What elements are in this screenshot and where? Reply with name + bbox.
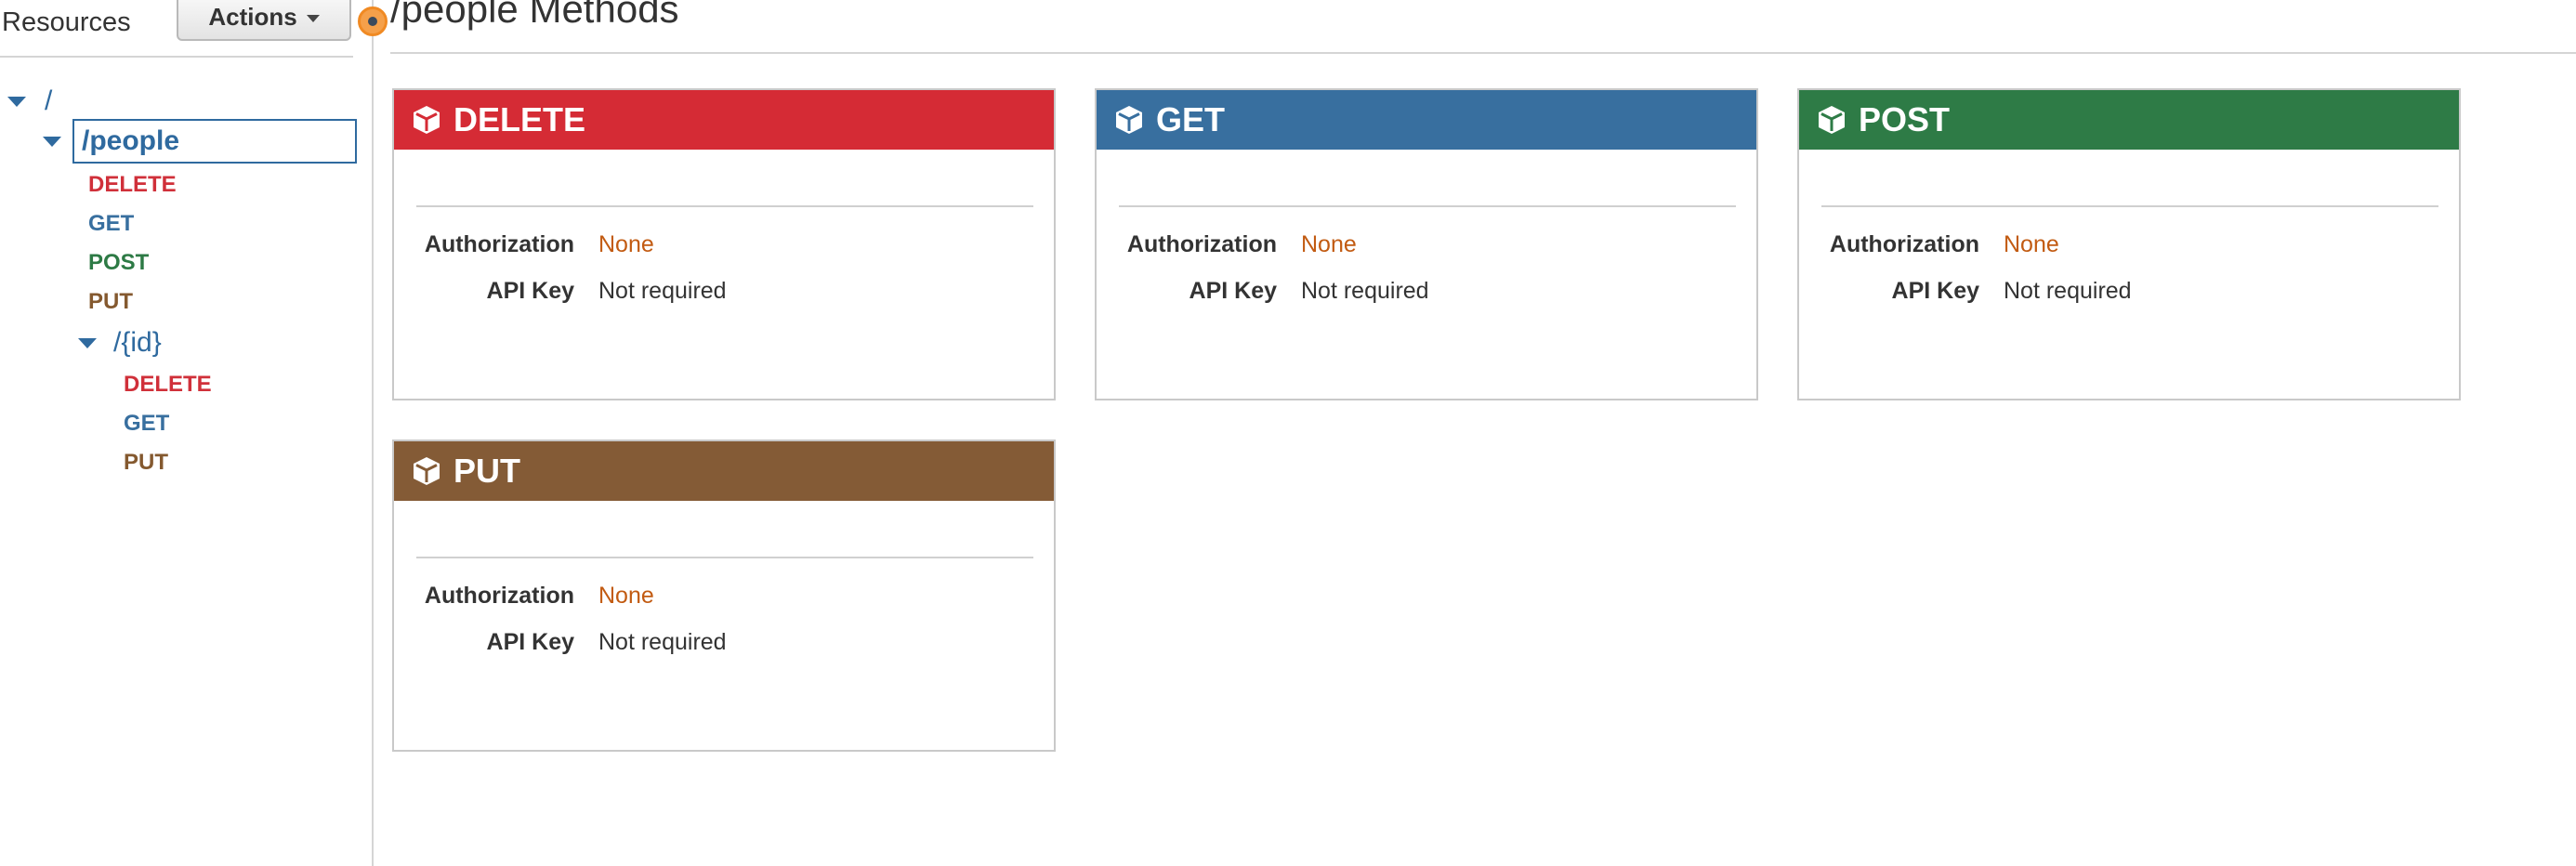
- api-key-row: API Key Not required: [394, 629, 727, 656]
- tree-node-id[interactable]: /{id}: [78, 327, 162, 359]
- authorization-value-link[interactable]: None: [598, 583, 654, 610]
- tree-method-id-delete[interactable]: DELETE: [124, 372, 212, 398]
- triangle-down-icon[interactable]: [78, 337, 97, 348]
- authorization-value-link[interactable]: None: [1301, 231, 1357, 258]
- actions-label: Actions: [208, 2, 297, 31]
- method-name: PUT: [453, 452, 520, 490]
- resources-panel: Resources Actions / /people DELETE GET P…: [0, 0, 374, 866]
- tree-path-root[interactable]: /: [45, 85, 52, 117]
- authorization-label: Authorization: [424, 583, 574, 609]
- cube-icon: [414, 106, 440, 134]
- authorization-value-link[interactable]: None: [598, 231, 654, 258]
- api-key-row: API Key Not required: [1097, 278, 1429, 305]
- method-card-header-delete[interactable]: DELETE: [394, 90, 1054, 150]
- api-key-row: API Key Not required: [394, 278, 727, 305]
- card-divider: [1821, 205, 2438, 207]
- api-key-row: API Key Not required: [1799, 278, 2132, 305]
- cube-icon: [1116, 106, 1142, 134]
- card-divider: [416, 205, 1033, 207]
- authorization-label: Authorization: [1829, 231, 1979, 257]
- tree-method-id-put[interactable]: PUT: [124, 450, 168, 476]
- method-card-put: PUT Authorization None API Key Not requi…: [392, 440, 1056, 752]
- tree-node-people[interactable]: /people: [43, 119, 357, 164]
- resources-header: Resources Actions: [0, 0, 353, 58]
- tree-path-people-selected[interactable]: /people: [72, 119, 357, 164]
- method-card-get: GET Authorization None API Key Not requi…: [1095, 88, 1758, 400]
- tree-method-people-put[interactable]: PUT: [88, 289, 133, 315]
- authorization-row: Authorization None: [394, 231, 654, 258]
- authorization-label: Authorization: [424, 231, 574, 257]
- api-key-label: API Key: [1189, 278, 1277, 304]
- method-card-header-get[interactable]: GET: [1097, 90, 1756, 150]
- method-name: GET: [1156, 100, 1226, 138]
- tree-node-root[interactable]: /: [7, 85, 52, 117]
- authorization-row: Authorization None: [1097, 231, 1357, 258]
- cube-icon: [1819, 106, 1845, 134]
- cube-icon: [414, 457, 440, 485]
- authorization-row: Authorization None: [1799, 231, 2059, 258]
- api-key-value: Not required: [1301, 278, 1429, 304]
- api-key-value: Not required: [2004, 278, 2132, 304]
- method-name: POST: [1859, 100, 1951, 138]
- page-title: /people Methods: [390, 0, 679, 31]
- caret-down-icon: [306, 15, 320, 22]
- tree-method-people-delete[interactable]: DELETE: [88, 172, 177, 198]
- tree-path-id[interactable]: /{id}: [113, 327, 162, 359]
- method-card-header-post[interactable]: POST: [1799, 90, 2459, 150]
- tree-method-people-post[interactable]: POST: [88, 250, 149, 276]
- method-card-delete: DELETE Authorization None API Key Not re…: [392, 88, 1056, 400]
- api-key-label: API Key: [486, 278, 574, 304]
- method-card-header-put[interactable]: PUT: [394, 441, 1054, 501]
- panel-resize-handle[interactable]: [358, 7, 388, 36]
- api-key-label: API Key: [486, 629, 574, 655]
- api-key-value: Not required: [598, 278, 727, 304]
- api-gateway-console: Resources Actions / /people DELETE GET P…: [0, 0, 2576, 866]
- card-divider: [1119, 205, 1736, 207]
- tree-method-id-get[interactable]: GET: [124, 411, 169, 437]
- triangle-down-icon[interactable]: [7, 96, 26, 107]
- handle-dot-icon: [368, 17, 377, 26]
- authorization-label: Authorization: [1126, 231, 1277, 257]
- method-card-post: POST Authorization None API Key Not requ…: [1797, 88, 2461, 400]
- api-key-label: API Key: [1891, 278, 1979, 304]
- resources-title: Resources: [2, 7, 131, 37]
- api-key-value: Not required: [598, 629, 727, 655]
- authorization-row: Authorization None: [394, 583, 654, 610]
- card-divider: [416, 557, 1033, 558]
- triangle-down-icon[interactable]: [43, 136, 61, 147]
- actions-dropdown-button[interactable]: Actions: [177, 0, 351, 41]
- method-name: DELETE: [453, 100, 586, 138]
- title-divider: [390, 52, 2576, 54]
- authorization-value-link[interactable]: None: [2004, 231, 2059, 258]
- tree-method-people-get[interactable]: GET: [88, 211, 134, 237]
